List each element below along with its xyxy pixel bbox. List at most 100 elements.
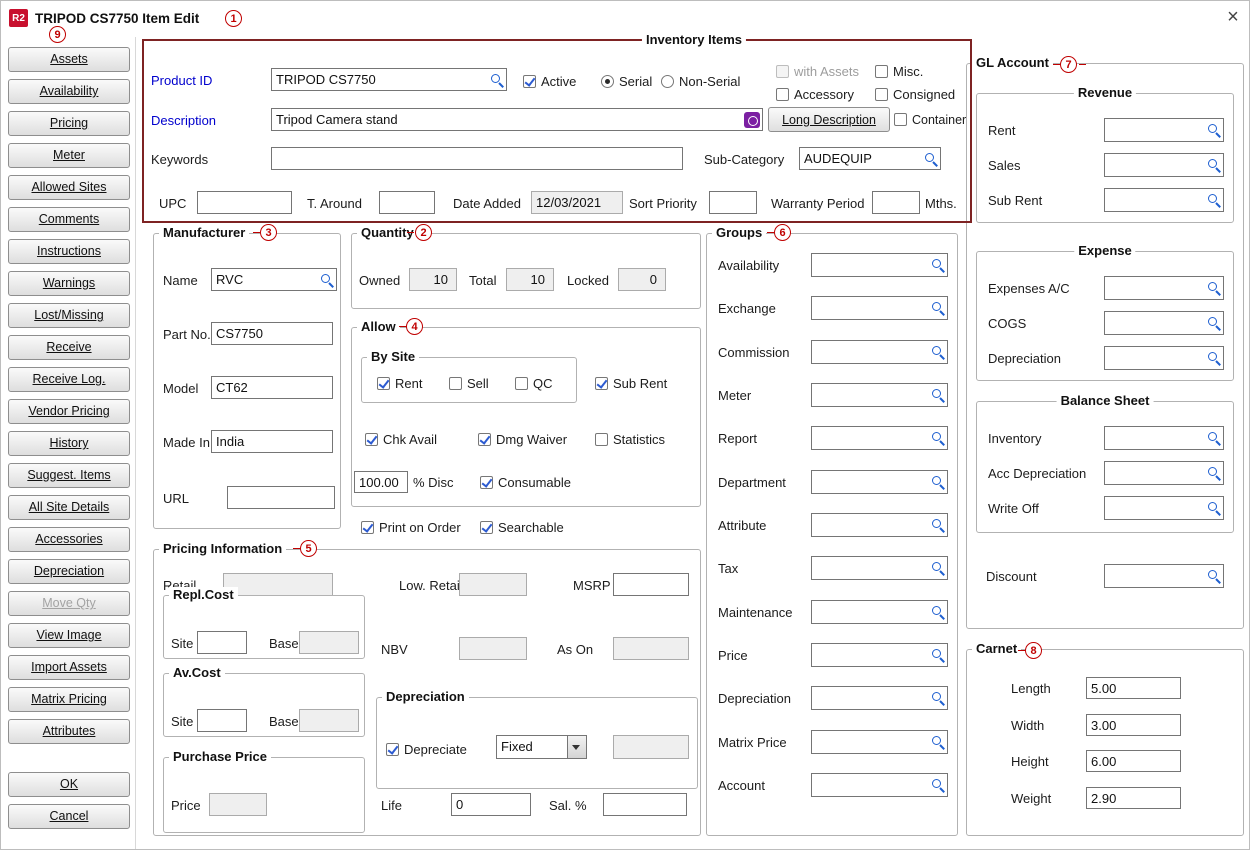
- discount-input[interactable]: [1104, 564, 1224, 588]
- sidebar-button-receive[interactable]: Receive: [8, 335, 130, 360]
- search-icon[interactable]: [931, 475, 945, 489]
- sidebar-button-attributes[interactable]: Attributes: [8, 719, 130, 744]
- groups-meter-input[interactable]: [811, 383, 948, 407]
- chevron-down-icon[interactable]: [568, 735, 587, 759]
- gl-sales-input[interactable]: [1104, 153, 1224, 177]
- manufacturer-name-input[interactable]: [211, 268, 337, 291]
- search-icon[interactable]: [931, 778, 945, 792]
- sidebar-button-accessories[interactable]: Accessories: [8, 527, 130, 552]
- sidebar-button-assets[interactable]: Assets: [8, 47, 130, 72]
- gl-inventory-input[interactable]: [1104, 426, 1224, 450]
- search-icon[interactable]: [1207, 466, 1221, 480]
- search-icon[interactable]: [931, 605, 945, 619]
- groups-tax-input[interactable]: [811, 556, 948, 580]
- qc-checkbox[interactable]: QC: [515, 376, 553, 391]
- made-in-input[interactable]: [211, 430, 333, 453]
- groups-price-input[interactable]: [811, 643, 948, 667]
- sidebar-button-suggest-items[interactable]: Suggest. Items: [8, 463, 130, 488]
- search-icon[interactable]: [931, 301, 945, 315]
- search-icon[interactable]: [1207, 569, 1221, 583]
- search-icon[interactable]: [1207, 316, 1221, 330]
- life-input[interactable]: [451, 793, 531, 816]
- search-icon[interactable]: [1207, 123, 1221, 137]
- sidebar-button-all-site-details[interactable]: All Site Details: [8, 495, 130, 520]
- search-icon[interactable]: [931, 345, 945, 359]
- sidebar-button-lost-missing[interactable]: Lost/Missing: [8, 303, 130, 328]
- groups-department-input[interactable]: [811, 470, 948, 494]
- sidebar-button-meter[interactable]: Meter: [8, 143, 130, 168]
- groups-maintenance-input[interactable]: [811, 600, 948, 624]
- search-icon[interactable]: [931, 561, 945, 575]
- rent-checkbox[interactable]: Rent: [377, 376, 422, 391]
- msrp-input[interactable]: [613, 573, 689, 596]
- groups-matrix-price-input[interactable]: [811, 730, 948, 754]
- sidebar-button-warnings[interactable]: Warnings: [8, 271, 130, 296]
- sidebar-button-availability[interactable]: Availability: [8, 79, 130, 104]
- search-icon[interactable]: [931, 691, 945, 705]
- search-icon[interactable]: [1207, 351, 1221, 365]
- chk-avail-checkbox[interactable]: Chk Avail: [365, 432, 437, 447]
- av-site-input[interactable]: [197, 709, 247, 732]
- ok-button[interactable]: OK: [8, 772, 130, 797]
- dmg-waiver-checkbox[interactable]: Dmg Waiver: [478, 432, 567, 447]
- model-input[interactable]: [211, 376, 333, 399]
- search-icon[interactable]: [931, 518, 945, 532]
- groups-availability-input[interactable]: [811, 253, 948, 277]
- groups-account-input[interactable]: [811, 773, 948, 797]
- sidebar-button-vendor-pricing[interactable]: Vendor Pricing: [8, 399, 130, 424]
- weight-input[interactable]: [1086, 787, 1181, 809]
- gl-acc-depreciation-input[interactable]: [1104, 461, 1224, 485]
- groups-depreciation-input[interactable]: [811, 686, 948, 710]
- depreciate-checkbox[interactable]: Depreciate: [386, 742, 467, 757]
- sidebar-button-allowed-sites[interactable]: Allowed Sites: [8, 175, 130, 200]
- disc-input[interactable]: [354, 471, 408, 493]
- close-icon[interactable]: ×: [1221, 6, 1245, 29]
- gl-cogs-input[interactable]: [1104, 311, 1224, 335]
- consumable-checkbox[interactable]: Consumable: [480, 475, 571, 490]
- search-icon[interactable]: [931, 648, 945, 662]
- sidebar-button-instructions[interactable]: Instructions: [8, 239, 130, 264]
- sidebar-button-comments[interactable]: Comments: [8, 207, 130, 232]
- gl-expenses-ac-input[interactable]: [1104, 276, 1224, 300]
- statistics-checkbox[interactable]: Statistics: [595, 432, 665, 447]
- sidebar-button-history[interactable]: History: [8, 431, 130, 456]
- search-icon[interactable]: [1207, 281, 1221, 295]
- groups-exchange-input[interactable]: [811, 296, 948, 320]
- sell-checkbox[interactable]: Sell: [449, 376, 489, 391]
- search-icon[interactable]: [931, 258, 945, 272]
- search-icon[interactable]: [320, 273, 334, 287]
- search-icon[interactable]: [931, 735, 945, 749]
- repl-site-input[interactable]: [197, 631, 247, 654]
- url-input[interactable]: [227, 486, 335, 509]
- sidebar-button-matrix-pricing[interactable]: Matrix Pricing: [8, 687, 130, 712]
- sidebar-button-receive-log[interactable]: Receive Log.: [8, 367, 130, 392]
- print-on-order-checkbox[interactable]: Print on Order: [361, 520, 461, 535]
- sal-input[interactable]: [603, 793, 687, 816]
- groups-commission-input[interactable]: [811, 340, 948, 364]
- searchable-checkbox[interactable]: Searchable: [480, 520, 564, 535]
- search-icon[interactable]: [1207, 501, 1221, 515]
- gl-rent-input[interactable]: [1104, 118, 1224, 142]
- cancel-button[interactable]: Cancel: [8, 804, 130, 829]
- gl-write-off-input[interactable]: [1104, 496, 1224, 520]
- gl-sub-rent-input[interactable]: [1104, 188, 1224, 212]
- part-no-input[interactable]: [211, 322, 333, 345]
- gl-depreciation-input[interactable]: [1104, 346, 1224, 370]
- sub-rent-checkbox[interactable]: Sub Rent: [595, 376, 667, 391]
- groups-exchange-field: [811, 296, 948, 320]
- sidebar-button-import-assets[interactable]: Import Assets: [8, 655, 130, 680]
- length-input[interactable]: [1086, 677, 1181, 699]
- depreciation-method-dropdown[interactable]: Fixed: [496, 735, 587, 759]
- sidebar-button-depreciation[interactable]: Depreciation: [8, 559, 130, 584]
- search-icon[interactable]: [931, 431, 945, 445]
- search-icon[interactable]: [1207, 193, 1221, 207]
- search-icon[interactable]: [931, 388, 945, 402]
- sidebar-button-pricing[interactable]: Pricing: [8, 111, 130, 136]
- search-icon[interactable]: [1207, 158, 1221, 172]
- search-icon[interactable]: [1207, 431, 1221, 445]
- width-input[interactable]: [1086, 714, 1181, 736]
- height-input[interactable]: [1086, 750, 1181, 772]
- groups-attribute-input[interactable]: [811, 513, 948, 537]
- sidebar-button-view-image[interactable]: View Image: [8, 623, 130, 648]
- groups-report-input[interactable]: [811, 426, 948, 450]
